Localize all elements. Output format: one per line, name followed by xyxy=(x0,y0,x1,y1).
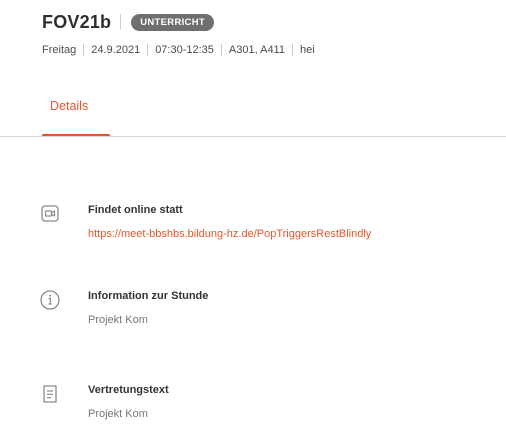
section-info-title: Information zur Stunde xyxy=(88,290,209,302)
lesson-meta: Freitag 24.9.2021 07:30-12:35 A301, A411… xyxy=(42,44,496,56)
meta-divider xyxy=(83,44,85,56)
video-icon xyxy=(38,202,62,226)
title-divider xyxy=(120,14,122,30)
lesson-title: FOV21b xyxy=(42,11,112,32)
meta-teacher: hei xyxy=(299,44,315,56)
title-row: FOV21b UNTERRICHT xyxy=(42,10,496,34)
meta-divider xyxy=(220,44,222,56)
meta-divider xyxy=(147,44,149,56)
tab-bar: Details xyxy=(0,92,506,137)
lesson-header: FOV21b UNTERRICHT Freitag 24.9.2021 07:3… xyxy=(42,10,496,56)
tab-details-label: Details xyxy=(50,99,89,113)
section-online: Findet online statt https://meet-bbshbs.… xyxy=(38,202,478,252)
document-icon xyxy=(38,382,62,406)
section-online-title: Findet online statt xyxy=(88,204,183,216)
online-meeting-link[interactable]: https://meet-bbshbs.bildung-hz.de/PopTri… xyxy=(88,228,371,240)
section-info: Information zur Stunde Projekt Kom xyxy=(38,288,478,338)
meta-day: Freitag xyxy=(42,44,77,56)
meta-time: 07:30-12:35 xyxy=(155,44,214,56)
meta-date: 24.9.2021 xyxy=(91,44,141,56)
section-info-value: Projekt Kom xyxy=(88,314,148,326)
meta-rooms: A301, A411 xyxy=(228,44,285,56)
tab-bar-divider xyxy=(0,136,506,137)
info-icon xyxy=(38,288,62,312)
status-badge: UNTERRICHT xyxy=(131,13,214,31)
section-substitution-value: Projekt Kom xyxy=(88,408,148,420)
section-substitution-title: Vertretungstext xyxy=(88,384,169,396)
section-substitution: Vertretungstext Projekt Kom xyxy=(38,382,478,430)
tab-details[interactable]: Details xyxy=(42,92,110,137)
meta-divider xyxy=(291,44,293,56)
